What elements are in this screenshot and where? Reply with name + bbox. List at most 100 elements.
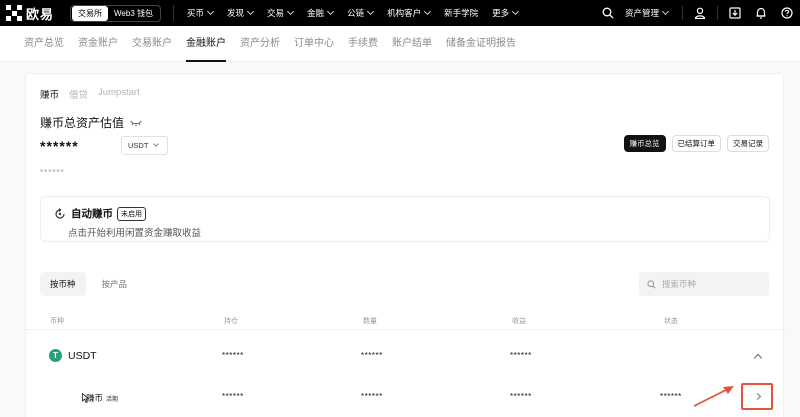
asset-management-menu[interactable]: 资产管理 — [624, 7, 670, 19]
currency-unit-value: USDT — [128, 141, 149, 150]
nav-chain[interactable]: 公链 — [347, 7, 375, 19]
product-tabs: 赚币 借贷 Jumpstart — [40, 87, 150, 101]
logo[interactable]: 欧易 — [6, 4, 54, 23]
table-sub-row[interactable]: 赚币 活期 ****** ****** ****** ****** — [26, 392, 785, 406]
help-icon — [781, 7, 793, 19]
row-detail-button[interactable] — [741, 383, 773, 410]
tab-loan[interactable]: 借贷 — [69, 87, 88, 101]
total-valuation-title: 赚币总资产估值 — [40, 114, 142, 131]
main-nav: 买币 发现 交易 金融 公链 机构客户 新手学院 更多 — [173, 5, 525, 21]
tab-jumpstart[interactable]: Jumpstart — [98, 87, 140, 101]
table-header: 币种 持仓 数量 收益 状态 — [26, 310, 785, 330]
nav-discover[interactable]: 发现 — [227, 7, 255, 19]
auto-earn-title: 自动赚币 未启用 — [54, 206, 146, 221]
search-input[interactable] — [662, 279, 762, 289]
profile-button[interactable] — [687, 0, 713, 26]
subnav-financial-account[interactable]: 金融账户 — [186, 26, 226, 62]
nav-label: 金融 — [307, 8, 325, 18]
notifications-button[interactable] — [748, 0, 774, 26]
download-icon — [729, 7, 741, 19]
search-icon — [647, 279, 656, 289]
nav-label: 公链 — [347, 8, 365, 18]
currency-search — [639, 272, 769, 296]
chevron-right-icon — [753, 392, 761, 401]
earnings-value: ****** — [510, 392, 532, 401]
hidden-eye-icon[interactable] — [130, 119, 142, 127]
page-gutter — [0, 62, 25, 417]
account-subnav: 资产总览 资金账户 交易账户 金融账户 资产分析 订单中心 手续费 账户结单 储… — [0, 26, 800, 62]
amount-value: ****** — [361, 351, 383, 360]
view-tabs: 按币种 按产品 — [40, 272, 143, 296]
subnav-asset-analysis[interactable]: 资产分析 — [240, 26, 280, 62]
subnav-funding-account[interactable]: 资金账户 — [78, 26, 118, 62]
column-header-holding: 持仓 — [224, 318, 238, 325]
tab-earn[interactable]: 赚币 — [40, 87, 59, 101]
mode-toggle: 交易所 Web3 钱包 — [70, 4, 161, 22]
chevron-down-icon — [512, 7, 520, 16]
auto-earn-card[interactable]: 自动赚币 未启用 点击开始利用闲置资金赚取收益 — [40, 196, 770, 242]
chevron-down-icon — [327, 7, 335, 16]
asset-management-label: 资产管理 — [624, 8, 659, 18]
chevron-down-icon — [246, 7, 255, 16]
total-valuation-label: 赚币总资产估值 — [40, 116, 125, 130]
nav-finance[interactable]: 金融 — [307, 7, 335, 19]
nav-more[interactable]: 更多 — [492, 7, 520, 19]
search-button[interactable] — [595, 0, 621, 26]
column-header-earnings: 收益 — [512, 318, 526, 325]
chevron-down-icon — [367, 7, 375, 16]
nav-institutional[interactable]: 机构客户 — [387, 7, 432, 19]
secondary-balance-value: ****** — [40, 168, 65, 177]
nav-label: 机构客户 — [387, 8, 422, 18]
bell-icon — [756, 7, 766, 19]
subnav-account-statement[interactable]: 账户结单 — [392, 26, 432, 62]
subnav-proof-of-reserves[interactable]: 储备金证明报告 — [446, 26, 516, 62]
nav-buy-crypto[interactable]: 买币 — [187, 7, 215, 19]
earn-overview-button[interactable]: 赚币总览 — [623, 135, 666, 152]
auto-earn-title-text: 自动赚币 — [71, 208, 113, 220]
tab-by-currency[interactable]: 按币种 — [40, 272, 86, 296]
user-icon — [694, 7, 706, 19]
table-row[interactable]: T USDT ****** ****** ****** — [26, 349, 785, 365]
tab-by-product[interactable]: 按产品 — [92, 272, 138, 296]
logo-text: 欧易 — [26, 6, 55, 22]
amount-value: ****** — [361, 392, 383, 401]
nav-trade[interactable]: 交易 — [267, 7, 295, 19]
product-type-tag: 活期 — [106, 396, 119, 403]
action-buttons: 赚币总览 已结算订单 交易记录 — [618, 135, 769, 152]
subnav-trading-account[interactable]: 交易账户 — [132, 26, 172, 62]
total-balance-value: ****** — [40, 138, 79, 154]
subnav-fees[interactable]: 手续费 — [348, 26, 378, 62]
settled-orders-button[interactable]: 已结算订单 — [671, 135, 721, 152]
chevron-down-icon — [287, 7, 295, 16]
download-button[interactable] — [722, 0, 748, 26]
financial-account-panel: 赚币 借贷 Jumpstart 赚币总资产估值 ****** USDT ****… — [25, 73, 785, 417]
collapse-chevron-icon[interactable] — [753, 353, 763, 363]
subnav-asset-overview[interactable]: 资产总览 — [24, 26, 64, 62]
nav-label: 买币 — [187, 8, 205, 18]
header-right-tools: 资产管理 — [595, 0, 800, 26]
nav-learn[interactable]: 新手学院 — [444, 7, 478, 19]
column-header-coin: 币种 — [50, 318, 64, 325]
chevron-down-icon — [153, 141, 160, 147]
currency-unit-select[interactable]: USDT — [121, 136, 168, 155]
nav-label: 交易 — [267, 8, 285, 18]
nav-label: 发现 — [227, 8, 245, 18]
column-header-amount: 数量 — [363, 318, 377, 325]
subnav-order-center[interactable]: 订单中心 — [294, 26, 334, 62]
column-header-status: 状态 — [664, 318, 678, 325]
transaction-history-button[interactable]: 交易记录 — [727, 135, 769, 152]
product-cell: 赚币 活期 — [82, 392, 118, 404]
cursor-icon — [82, 393, 90, 403]
help-button[interactable] — [774, 0, 800, 26]
tether-icon: T — [49, 349, 62, 362]
mode-web3-wallet-button[interactable]: Web3 钱包 — [108, 6, 159, 21]
chevron-down-icon — [661, 7, 670, 16]
nav-label: 更多 — [492, 8, 510, 18]
search-icon — [602, 7, 614, 19]
mode-exchange-button[interactable]: 交易所 — [72, 5, 109, 21]
annotation-arrow — [693, 386, 734, 407]
chevron-down-icon — [424, 7, 432, 16]
auto-earn-description: 点击开始利用闲置资金赚取收益 — [68, 228, 202, 239]
nav-label: 新手学院 — [444, 8, 479, 18]
top-nav-bar: 欧易 交易所 Web3 钱包 买币 发现 交易 金融 公链 机构客户 新手学院 … — [0, 0, 800, 26]
